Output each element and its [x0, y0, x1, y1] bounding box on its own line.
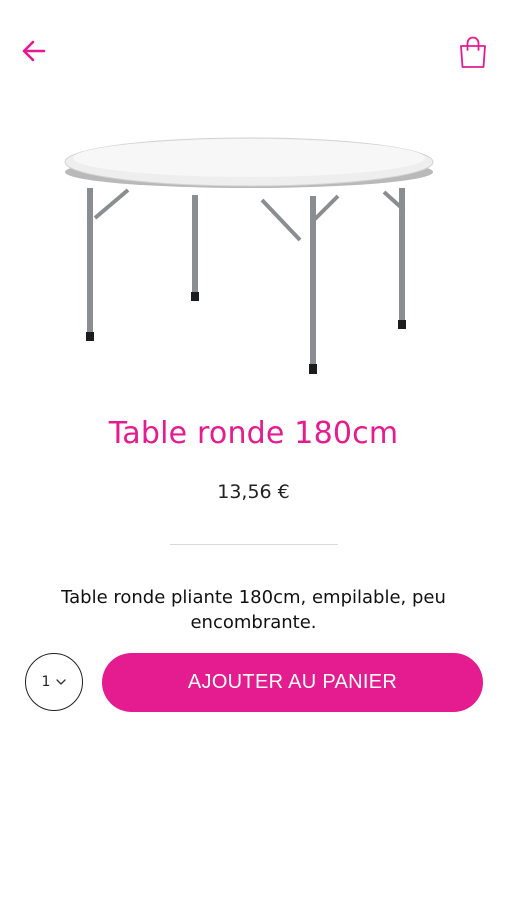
product-price: 13,56 €	[217, 481, 290, 503]
chevron-down-icon	[56, 679, 67, 685]
quantity-select[interactable]: 1	[25, 653, 83, 711]
round-table-illustration	[64, 137, 434, 374]
back-button[interactable]	[18, 36, 48, 66]
quantity-value: 1	[41, 674, 51, 690]
product-image	[0, 100, 507, 400]
cart-button[interactable]	[456, 36, 490, 70]
product-title: Table ronde 180cm	[108, 416, 399, 451]
add-to-cart-button[interactable]: AJOUTER AU PANIER	[102, 653, 483, 712]
product-description: Table ronde pliante 180cm, empilable, pe…	[61, 587, 446, 633]
divider	[170, 544, 338, 545]
arrow-left-icon	[22, 40, 46, 62]
shopping-bag-icon	[460, 36, 486, 68]
